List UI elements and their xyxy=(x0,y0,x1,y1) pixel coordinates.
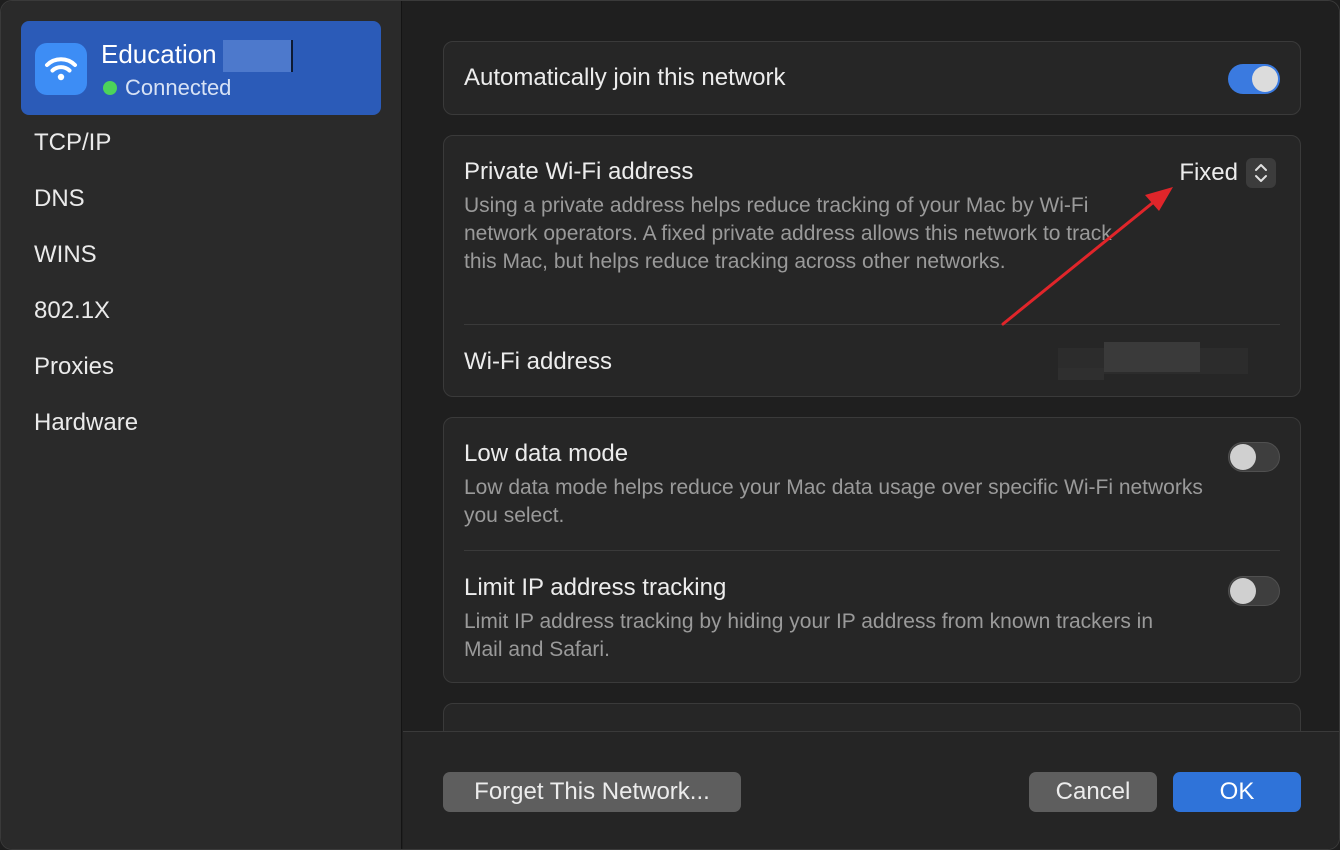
network-name: Education xyxy=(101,39,217,69)
private-address-label: Private Wi-Fi address xyxy=(464,158,694,185)
network-settings-window: Education Connected TCP/IP DNS WINS 802.… xyxy=(0,0,1340,850)
network-status: Connected xyxy=(125,75,232,100)
sidebar-item-hardware[interactable]: Hardware xyxy=(34,409,138,437)
next-settings-group xyxy=(443,703,1301,731)
low-data-mode-description: Low data mode helps reduce your Mac data… xyxy=(464,476,1203,527)
forget-network-button[interactable]: Forget This Network... xyxy=(443,772,741,812)
auto-join-toggle[interactable] xyxy=(1228,64,1280,94)
sidebar-item-wins[interactable]: WINS xyxy=(34,241,97,269)
divider xyxy=(464,324,1280,325)
private-address-group: Private Wi-Fi address Fixed Using a priv… xyxy=(443,135,1301,397)
chevron-up-down-icon xyxy=(1246,158,1276,188)
data-privacy-group: Low data mode Low data mode helps reduce… xyxy=(443,417,1301,683)
redacted-wifi-address xyxy=(1058,342,1248,382)
wifi-icon xyxy=(35,43,87,95)
wifi-address-label: Wi-Fi address xyxy=(464,348,613,375)
private-address-popup[interactable]: Fixed xyxy=(1179,158,1276,188)
limit-ip-tracking-toggle[interactable] xyxy=(1228,576,1280,606)
low-data-mode-label: Low data mode xyxy=(464,440,629,467)
sidebar: Education Connected TCP/IP DNS WINS 802.… xyxy=(1,1,402,849)
limit-ip-tracking-description: Limit IP address tracking by hiding your… xyxy=(464,610,1154,661)
sidebar-item-802-1x[interactable]: 802.1X xyxy=(34,297,110,325)
sidebar-item-proxies[interactable]: Proxies xyxy=(34,353,114,381)
auto-join-label: Automatically join this network xyxy=(464,64,786,91)
auto-join-group: Automatically join this network xyxy=(443,41,1301,115)
sidebar-item-tcp-ip[interactable]: TCP/IP xyxy=(34,129,111,157)
sidebar-item-dns[interactable]: DNS xyxy=(34,185,85,213)
selected-network-card[interactable]: Education Connected xyxy=(21,21,381,115)
settings-content[interactable]: Automatically join this network Private … xyxy=(403,1,1339,731)
cancel-button[interactable]: Cancel xyxy=(1029,772,1157,812)
footer-bar: Forget This Network... Cancel OK xyxy=(403,731,1339,849)
divider xyxy=(464,550,1280,551)
ok-button[interactable]: OK xyxy=(1173,772,1301,812)
low-data-mode-toggle[interactable] xyxy=(1228,442,1280,472)
connected-status-dot xyxy=(103,81,117,95)
private-address-description: Using a private address helps reduce tra… xyxy=(464,194,1112,273)
private-address-value: Fixed xyxy=(1179,159,1238,186)
limit-ip-tracking-label: Limit IP address tracking xyxy=(464,574,727,601)
redacted-network-suffix xyxy=(222,40,293,73)
